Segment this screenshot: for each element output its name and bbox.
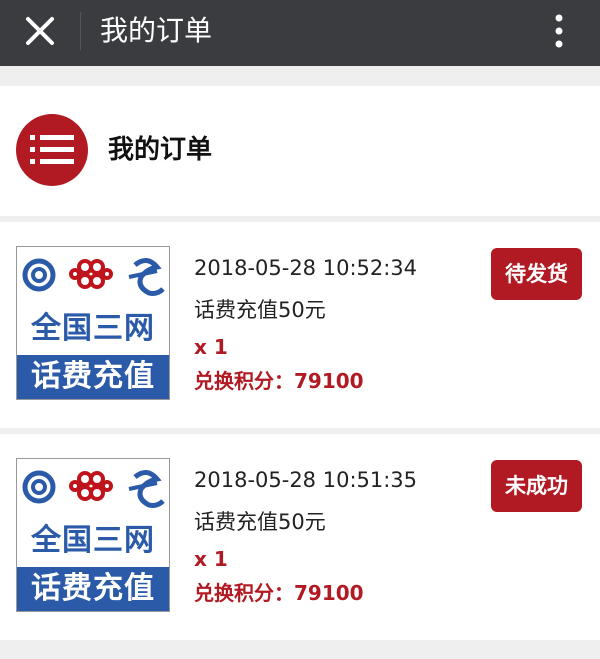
order-card[interactable]: 全国三网 话费充值 2018-05-28 10:51:35 话费充值50元 x …	[0, 434, 600, 640]
orders-header: 我的订单	[0, 86, 600, 216]
thumb-line1: 全国三网	[31, 311, 155, 346]
product-name: 话费充值50元	[194, 298, 326, 322]
product-thumbnail: 全国三网 话费充值	[16, 246, 170, 400]
list-icon	[16, 114, 88, 186]
product-name: 话费充值50元	[194, 510, 326, 534]
order-card[interactable]: 全国三网 话费充值 2018-05-28 10:52:34 话费充值50元 x …	[0, 222, 600, 428]
status-badge[interactable]: 待发货	[491, 248, 582, 300]
carrier-logos-icon	[22, 258, 165, 296]
order-quantity: x 1	[194, 547, 228, 571]
order-points: 兑换积分：79100	[194, 369, 364, 393]
section-title: 我的订单	[108, 135, 213, 165]
order-points: 兑换积分：79100	[194, 581, 364, 605]
thumb-line2: 话费充值	[17, 355, 169, 399]
product-thumbnail: 全国三网 话费充值	[16, 458, 170, 612]
order-quantity: x 1	[194, 335, 228, 359]
more-vertical-icon[interactable]	[554, 13, 564, 49]
carrier-logos-icon	[22, 470, 165, 508]
topbar-divider	[80, 12, 81, 50]
top-bar: 我的订单	[0, 0, 600, 66]
close-icon[interactable]	[22, 13, 58, 49]
thumb-line2: 话费充值	[17, 567, 169, 611]
status-badge[interactable]: 未成功	[491, 460, 582, 512]
page-title: 我的订单	[100, 14, 213, 47]
order-datetime: 2018-05-28 10:52:34	[194, 256, 418, 280]
thumb-line1: 全国三网	[31, 523, 155, 558]
order-datetime: 2018-05-28 10:51:35	[194, 468, 418, 492]
